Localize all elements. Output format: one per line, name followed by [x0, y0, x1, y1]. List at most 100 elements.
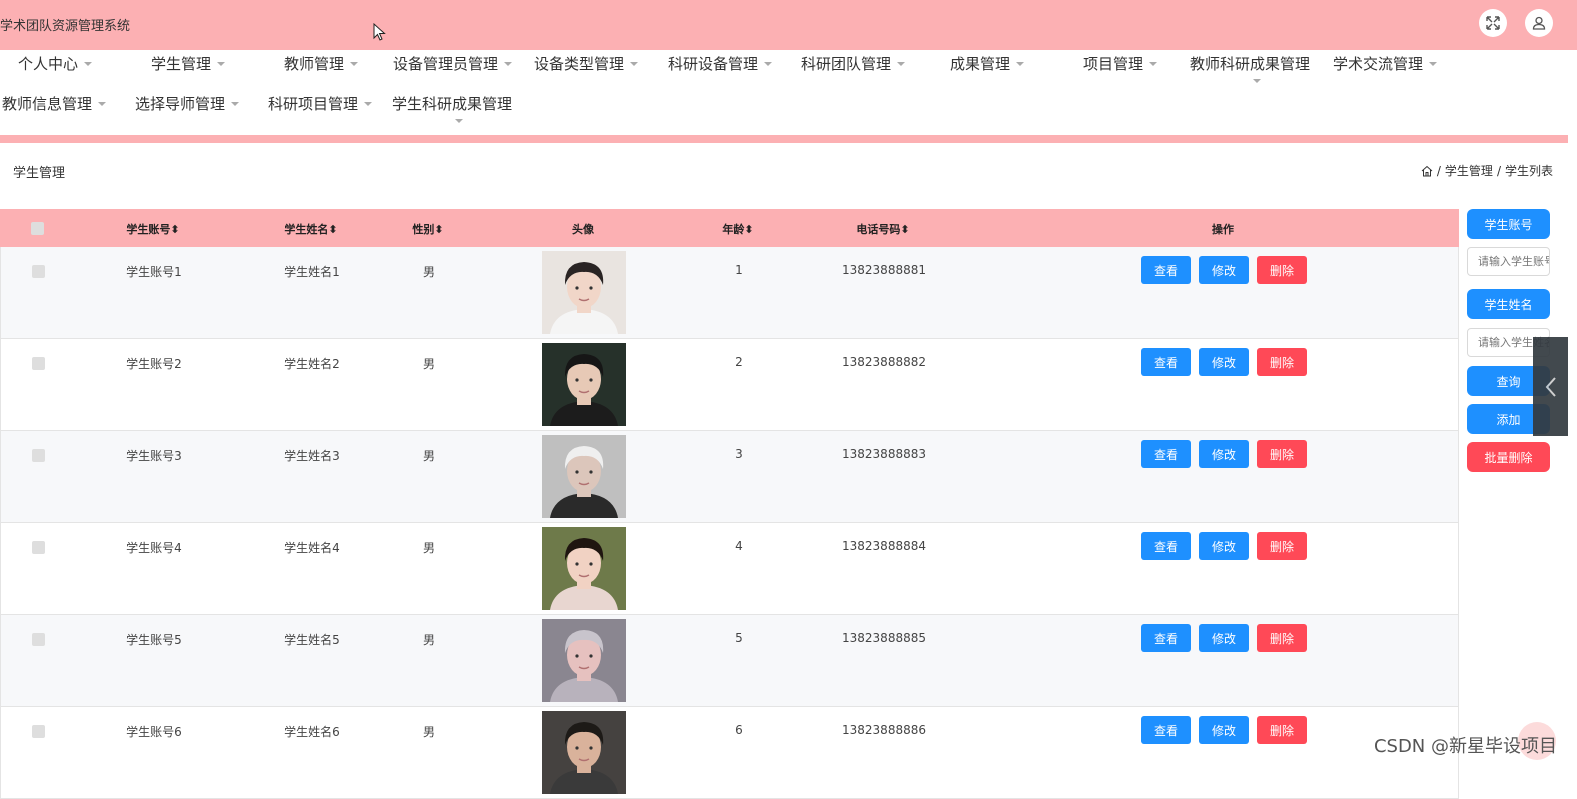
cell-account: 学生账号3	[126, 449, 182, 463]
caret-down-icon	[1149, 61, 1158, 66]
nav-item[interactable]: 设备管理员管理	[393, 53, 513, 74]
row-checkbox[interactable]	[32, 265, 45, 278]
caret-down-icon	[897, 61, 906, 66]
cell-age: 5	[735, 631, 743, 645]
sort-icon: ⬍	[434, 223, 444, 236]
nav-item-label: 设备类型管理	[534, 55, 625, 73]
cell-gender: 男	[422, 633, 436, 647]
nav-item[interactable]: 教师科研成果管理	[1190, 53, 1310, 74]
delete-button[interactable]: 删除	[1257, 348, 1307, 376]
edit-button[interactable]: 修改	[1199, 532, 1249, 560]
nav-item-label: 选择导师管理	[135, 95, 226, 113]
edit-button[interactable]: 修改	[1199, 716, 1249, 744]
caret-down-icon	[1429, 61, 1438, 66]
table-row: 学生账号3 学生姓名3 男 3 13823888883 查看 修改 删除	[0, 431, 1459, 523]
row-checkbox[interactable]	[32, 633, 45, 646]
sort-icon: ⬍	[744, 223, 754, 236]
table-body: 学生账号1 学生姓名1 男 1 13823888881 查看 修改 删除 学生账号2 学生姓名2 男…	[0, 247, 1459, 799]
cell-age: 4	[735, 539, 743, 553]
column-header-name[interactable]: 学生姓名⬍	[284, 221, 337, 237]
edit-button[interactable]: 修改	[1199, 624, 1249, 652]
column-header-account[interactable]: 学生账号⬍	[126, 221, 179, 237]
mouse-cursor-icon	[373, 23, 386, 41]
nav-item[interactable]: 学生科研成果管理	[392, 93, 512, 114]
side-drawer-toggle[interactable]	[1533, 337, 1568, 436]
column-header-actions: 操作	[1212, 223, 1234, 236]
cell-gender: 男	[422, 265, 436, 279]
fullscreen-icon	[1486, 16, 1500, 30]
column-header-phone[interactable]: 电话号码⬍	[856, 221, 909, 237]
name-label-button[interactable]: 学生姓名	[1467, 289, 1550, 319]
fullscreen-button[interactable]	[1479, 9, 1507, 37]
delete-button[interactable]: 删除	[1257, 440, 1307, 468]
breadcrumb-student-list: 学生列表	[1504, 164, 1553, 178]
student-avatar	[542, 527, 626, 610]
view-button[interactable]: 查看	[1141, 532, 1191, 560]
table-header: 学生账号⬍ 学生姓名⬍ 性别⬍ 头像 年龄⬍ 电话号码⬍ 操作	[0, 209, 1459, 247]
row-checkbox[interactable]	[32, 449, 45, 462]
user-account-button[interactable]	[1525, 9, 1553, 37]
edit-button[interactable]: 修改	[1199, 256, 1249, 284]
column-header-gender[interactable]: 性别⬍	[412, 221, 443, 237]
table-row: 学生账号2 学生姓名2 男 2 13823888882 查看 修改 删除	[0, 339, 1459, 431]
nav-item-label: 教师管理	[284, 55, 345, 73]
cell-gender: 男	[422, 449, 436, 463]
nav-item[interactable]: 个人中心	[18, 53, 93, 74]
cell-phone: 13823888884	[842, 539, 926, 553]
cell-gender: 男	[422, 357, 436, 371]
account-search-input[interactable]	[1467, 247, 1550, 276]
account-label-button[interactable]: 学生账号	[1467, 209, 1550, 239]
nav-item[interactable]: 教师管理	[284, 53, 359, 74]
edit-button[interactable]: 修改	[1199, 440, 1249, 468]
view-button[interactable]: 查看	[1141, 256, 1191, 284]
table-row: 学生账号4 学生姓名4 男 4 13823888884 查看 修改 删除	[0, 523, 1459, 615]
select-all-checkbox[interactable]	[31, 222, 44, 235]
breadcrumb-separator: /	[1436, 163, 1441, 178]
delete-button[interactable]: 删除	[1257, 532, 1307, 560]
delete-button[interactable]: 删除	[1257, 624, 1307, 652]
nav-item[interactable]: 设备类型管理	[534, 53, 639, 74]
cell-account: 学生账号5	[126, 633, 182, 647]
sort-icon: ⬍	[328, 223, 338, 236]
caret-down-icon	[231, 101, 240, 106]
row-checkbox[interactable]	[32, 725, 45, 738]
column-header-age[interactable]: 年龄⬍	[722, 221, 753, 237]
delete-button[interactable]: 删除	[1257, 716, 1307, 744]
cell-account: 学生账号1	[126, 265, 182, 279]
caret-down-icon	[98, 101, 107, 106]
home-icon[interactable]	[1421, 165, 1433, 177]
nav-item-label: 科研团队管理	[801, 55, 892, 73]
breadcrumb-student-management[interactable]: 学生管理	[1445, 162, 1493, 179]
delete-button[interactable]: 删除	[1257, 256, 1307, 284]
cell-name: 学生姓名3	[284, 449, 340, 463]
nav-item[interactable]: 教师信息管理	[2, 93, 107, 114]
edit-button[interactable]: 修改	[1199, 348, 1249, 376]
nav-item-label: 教师信息管理	[2, 95, 93, 113]
view-button[interactable]: 查看	[1141, 440, 1191, 468]
nav-item[interactable]: 项目管理	[1083, 53, 1158, 74]
nav-item[interactable]: 学生管理	[151, 53, 226, 74]
view-button[interactable]: 查看	[1141, 348, 1191, 376]
row-checkbox[interactable]	[32, 541, 45, 554]
top-header-bar: 学术团队资源管理系统	[0, 0, 1577, 50]
cell-phone: 13823888882	[842, 355, 926, 369]
nav-item[interactable]: 学术交流管理	[1333, 53, 1438, 74]
nav-item[interactable]: 选择导师管理	[135, 93, 240, 114]
row-checkbox[interactable]	[32, 357, 45, 370]
view-button[interactable]: 查看	[1141, 716, 1191, 744]
user-icon	[1532, 16, 1546, 30]
nav-item[interactable]: 成果管理	[950, 53, 1025, 74]
nav-item[interactable]: 科研设备管理	[668, 53, 773, 74]
nav-item-label: 学术交流管理	[1333, 55, 1424, 73]
watermark: CSDN @新星毕设项目	[1373, 736, 1557, 757]
caret-down-icon	[350, 61, 359, 66]
nav-item[interactable]: 科研项目管理	[268, 93, 373, 114]
nav-item[interactable]: 科研团队管理	[801, 53, 906, 74]
table-row: 学生账号6 学生姓名6 男 6 13823888886 查看 修改 删除	[0, 707, 1459, 799]
cell-age: 6	[735, 723, 743, 737]
cell-phone: 13823888883	[842, 447, 926, 461]
cell-name: 学生姓名1	[284, 265, 340, 279]
cell-name: 学生姓名5	[284, 633, 340, 647]
view-button[interactable]: 查看	[1141, 624, 1191, 652]
batch-delete-button[interactable]: 批量删除	[1467, 442, 1550, 472]
